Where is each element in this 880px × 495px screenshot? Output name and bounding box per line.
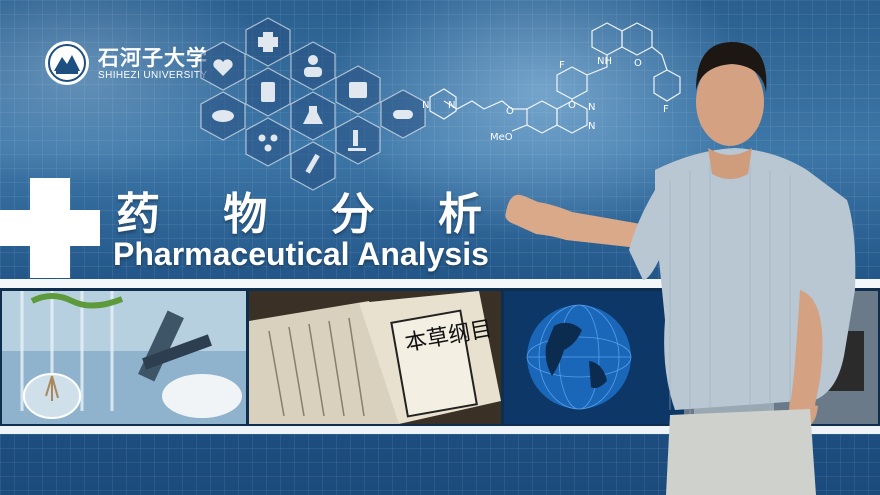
course-title-cn: 药 物 分 析	[116, 189, 506, 240]
pill-icon	[393, 110, 413, 119]
ancient-book-photo: 本草纲目	[249, 291, 501, 424]
course-title-en: Pharmaceutical Analysis	[113, 236, 489, 272]
molecule-label: N	[448, 100, 455, 111]
medical-plus-icon	[0, 178, 100, 278]
lab-photo	[2, 291, 246, 424]
video-frame: 石河子大学 SHIHEZI UNIVERSITY NH MeO F F O O …	[0, 0, 880, 495]
eye-icon	[212, 110, 234, 122]
molecule-label: N	[422, 100, 429, 111]
medicine-box-icon	[349, 82, 367, 98]
clipboard-icon	[261, 82, 275, 102]
presenter	[505, 42, 856, 495]
university-emblem-icon	[45, 41, 89, 85]
